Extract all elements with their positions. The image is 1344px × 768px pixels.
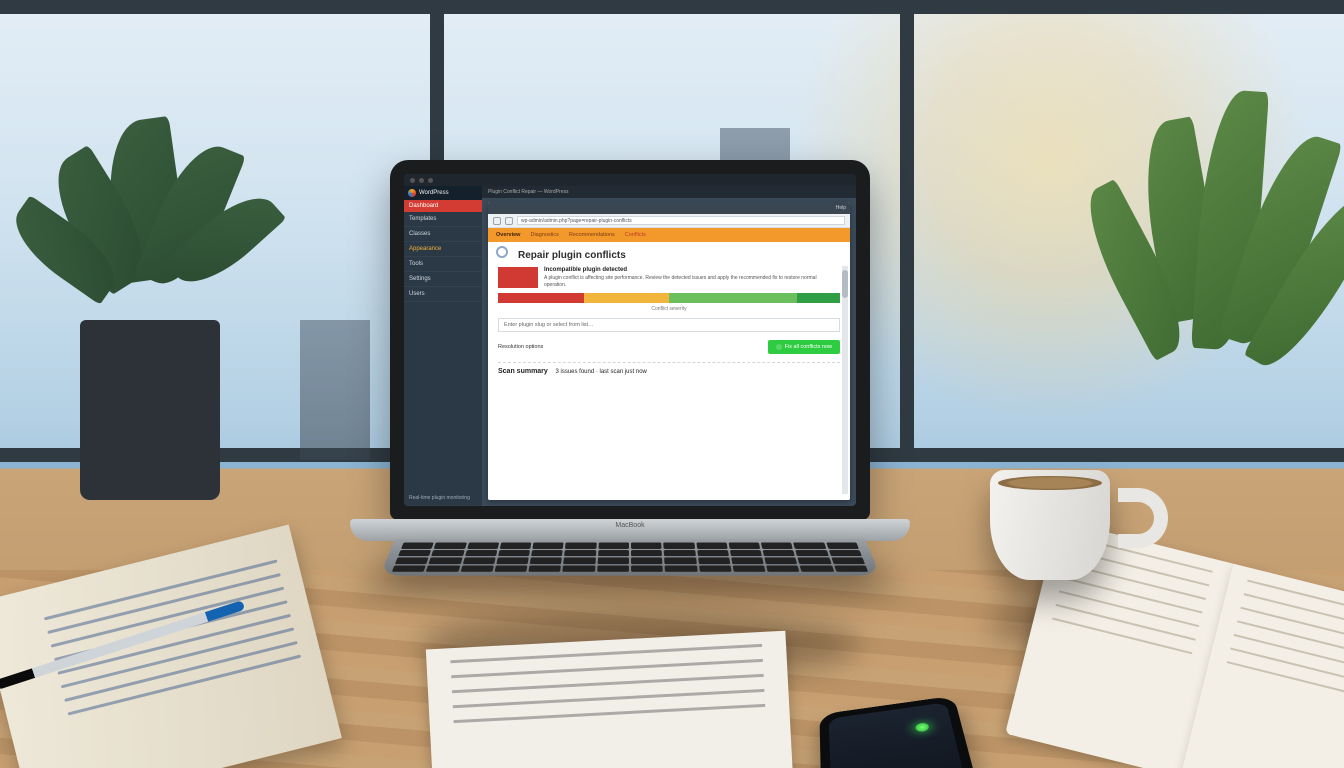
page-title: Repair plugin conflicts xyxy=(518,250,840,261)
coffee-mug xyxy=(990,470,1140,600)
alert-badge-icon xyxy=(498,267,538,288)
notebook xyxy=(0,525,342,768)
alert-panel: Incompatible plugin detected A plugin co… xyxy=(498,267,840,288)
paper-sheet xyxy=(426,631,794,768)
sidebar-item-users[interactable]: Users xyxy=(404,287,482,302)
severity-meter xyxy=(498,293,840,303)
reload-icon[interactable] xyxy=(505,217,513,225)
window-title: Plugin Conflict Repair — WordPress xyxy=(488,189,569,195)
laptop-keyboard xyxy=(380,539,881,576)
sidebar-item-templates[interactable]: Templates xyxy=(404,212,482,227)
window-frame xyxy=(0,0,1344,14)
meter-caption: Conflict severity xyxy=(498,306,840,312)
brand-label: WordPress xyxy=(419,190,449,196)
fix-all-button[interactable]: Fix all conflicts now xyxy=(768,340,840,354)
help-link[interactable]: Help xyxy=(836,205,846,211)
sidebar-item-settings[interactable]: Settings xyxy=(404,272,482,287)
field-placeholder: Enter plugin slug or select from list… xyxy=(504,322,594,328)
url-input[interactable] xyxy=(517,216,845,225)
footer-heading: Scan summary xyxy=(498,368,548,375)
laptop-hinge xyxy=(350,519,910,541)
plugin-select-field[interactable]: Enter plugin slug or select from list… xyxy=(498,318,840,332)
os-menubar xyxy=(404,174,856,186)
footer-summary: Scan summary 3 issues found · last scan … xyxy=(498,368,840,375)
admin-sidebar: WordPress Dashboard Templates Classes Ap… xyxy=(404,186,482,506)
sidebar-caption: Real-time plugin monitoring xyxy=(404,491,482,506)
window-tabbar: Plugin Conflict Repair — WordPress xyxy=(482,186,856,198)
brand: WordPress xyxy=(404,186,482,200)
back-icon[interactable] xyxy=(493,217,501,225)
wordpress-mark-icon xyxy=(496,246,508,258)
laptop: WordPress Dashboard Templates Classes Ap… xyxy=(350,160,910,600)
sidebar-item-classes[interactable]: Classes xyxy=(404,227,482,242)
sidebar-item-appearance[interactable]: Appearance xyxy=(404,242,482,257)
plant-left xyxy=(80,300,220,500)
photo-scene: WordPress Dashboard Templates Classes Ap… xyxy=(0,0,1344,768)
tab-overview[interactable]: Overview xyxy=(496,232,520,238)
row-label: Resolution options xyxy=(498,344,543,350)
wordpress-logo-icon xyxy=(408,189,416,197)
divider xyxy=(498,362,840,363)
scrollbar[interactable] xyxy=(842,266,848,494)
alert-heading: Incompatible plugin detected xyxy=(544,267,840,273)
sidebar-item-dashboard[interactable]: Dashboard xyxy=(404,200,482,212)
browser-titlebar: Help xyxy=(488,202,850,214)
tab-recommendations[interactable]: Recommendations xyxy=(569,232,615,238)
footer-sub: 3 issues found · last scan just now xyxy=(555,369,646,375)
page-tabs: Overview Diagnostics Recommendations Con… xyxy=(488,228,850,242)
tab-conflicts[interactable]: Conflicts xyxy=(625,232,646,238)
laptop-screen: WordPress Dashboard Templates Classes Ap… xyxy=(404,174,856,506)
keys xyxy=(380,539,881,576)
alert-body: A plugin conflict is affecting site perf… xyxy=(544,275,840,288)
tab-diagnostics[interactable]: Diagnostics xyxy=(530,232,558,238)
address-bar xyxy=(488,214,850,228)
main-area: Plugin Conflict Repair — WordPress Help xyxy=(482,186,856,506)
page-content: Repair plugin conflicts Incompatible plu… xyxy=(488,242,850,500)
browser-window: Help Overview Diagnostics Recommendation… xyxy=(488,202,850,500)
sidebar-item-tools[interactable]: Tools xyxy=(404,257,482,272)
